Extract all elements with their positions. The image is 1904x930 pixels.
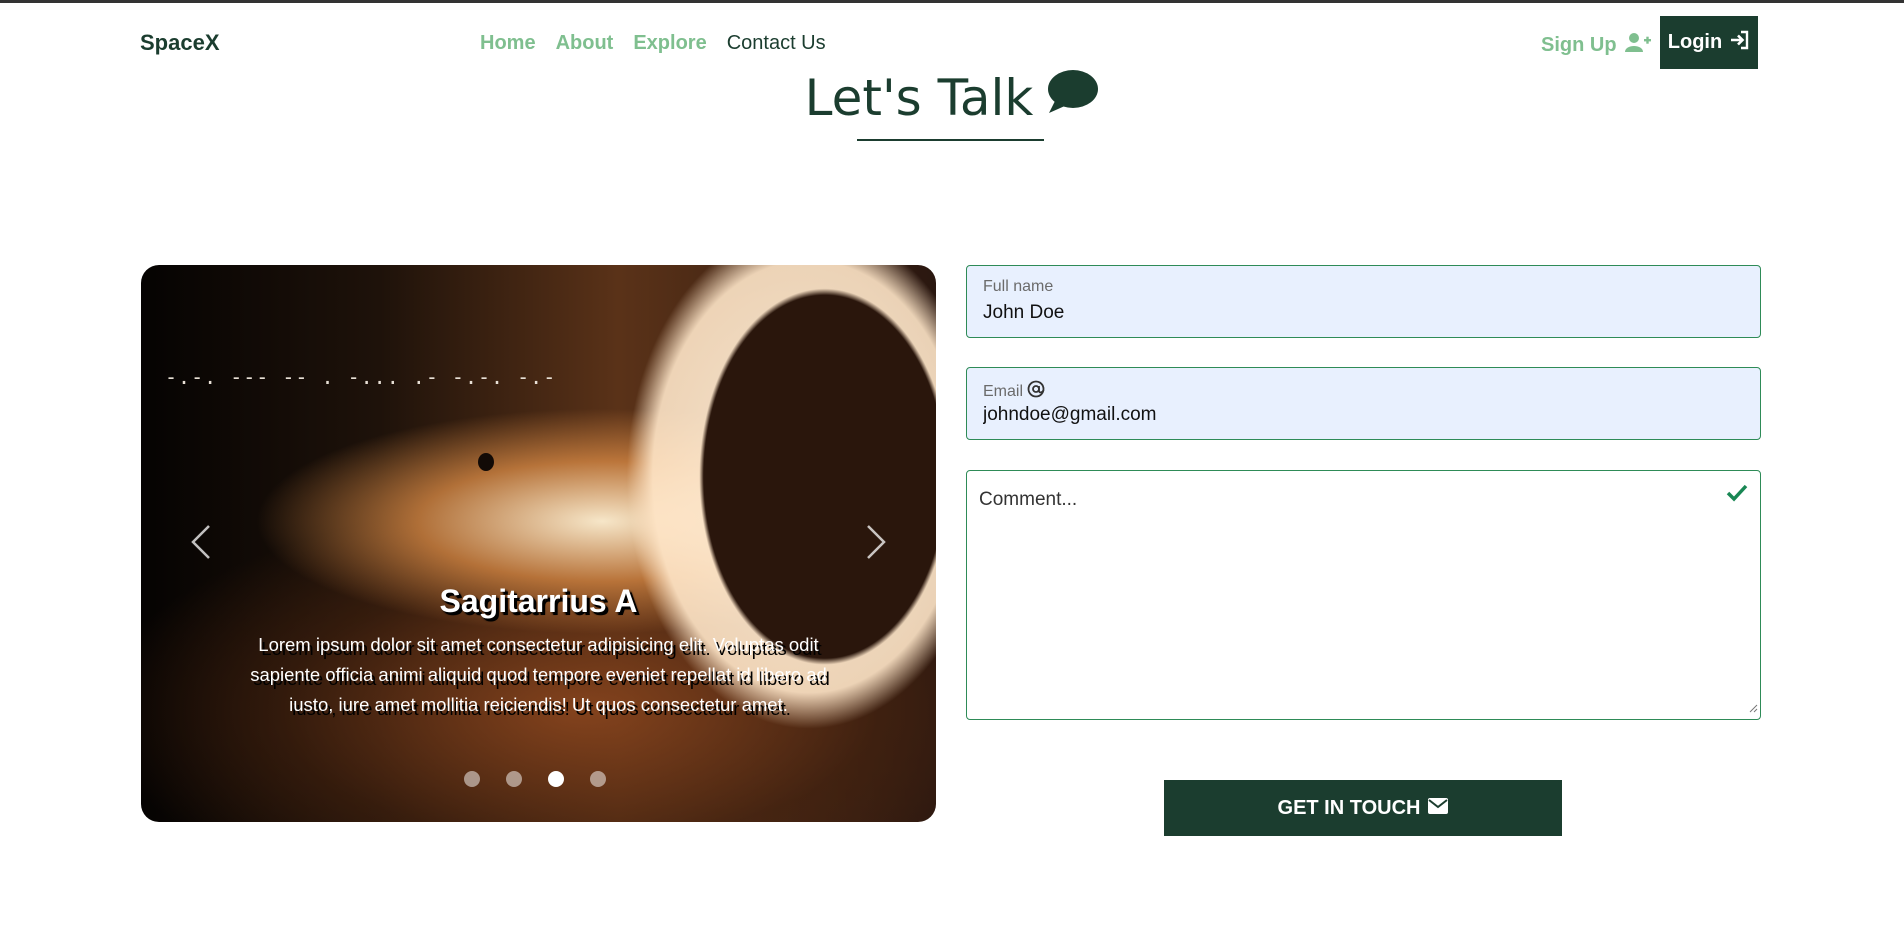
signup-label: Sign Up <box>1541 33 1617 56</box>
login-button[interactable]: Login <box>1660 16 1758 69</box>
carousel-next-button[interactable] <box>856 522 896 566</box>
get-in-touch-button[interactable]: GET IN TOUCH <box>1164 780 1562 836</box>
at-icon <box>1027 380 1045 403</box>
image-carousel: -.-. --- -- . -... .- -.-. -.- Sagitarri… <box>141 265 936 822</box>
heading-section: Let's Talk <box>0 69 1904 141</box>
comment-icon <box>1047 69 1099 127</box>
carousel-dot[interactable] <box>590 771 606 787</box>
comment-textarea[interactable]: Comment... <box>966 470 1761 720</box>
small-planet <box>478 453 494 471</box>
comment-placeholder: Comment... <box>979 489 1078 510</box>
slide-text: Lorem ipsum dolor sit amet consectetur a… <box>250 634 827 715</box>
submit-label: GET IN TOUCH <box>1277 796 1421 819</box>
nav-links: Home About Explore Contact Us <box>480 32 826 55</box>
email-label-row: Email <box>983 380 1045 403</box>
carousel-dot[interactable] <box>506 771 522 787</box>
carousel-dot-active[interactable] <box>548 771 564 787</box>
check-icon <box>1726 483 1748 507</box>
carousel-dot[interactable] <box>464 771 480 787</box>
login-label: Login <box>1667 31 1723 53</box>
brand-logo[interactable]: SpaceX <box>140 30 220 56</box>
sign-in-icon <box>1730 30 1750 56</box>
full-name-label: Full name <box>983 278 1054 295</box>
email-label: Email <box>983 382 1024 400</box>
navbar: SpaceX Home About Explore Contact Us Sig… <box>0 6 1904 78</box>
nav-link-contact[interactable]: Contact Us <box>727 32 826 55</box>
user-plus-icon <box>1624 32 1651 58</box>
nav-link-explore[interactable]: Explore <box>633 32 706 55</box>
email-input[interactable] <box>983 404 1743 426</box>
page-title-text: Let's Talk <box>804 69 1034 127</box>
chevron-left-icon <box>189 524 213 564</box>
slide-title: Sagitarrius A <box>439 583 638 619</box>
morse-text: -.-. --- -- . -... .- -.-. -.- <box>165 365 557 389</box>
envelope-icon <box>1428 797 1449 820</box>
email-field[interactable]: Email <box>966 367 1761 440</box>
nav-link-home[interactable]: Home <box>480 32 536 55</box>
resize-handle[interactable] <box>1748 698 1758 717</box>
slide-caption: Sagitarrius A Lorem ipsum dolor sit amet… <box>241 583 836 720</box>
chevron-right-icon <box>864 524 888 564</box>
full-name-input[interactable] <box>983 302 1743 324</box>
nav-link-about[interactable]: About <box>556 32 614 55</box>
full-name-field[interactable]: Full name <box>966 265 1761 338</box>
page-title: Let's Talk <box>805 69 1100 127</box>
signup-link[interactable]: Sign Up <box>1541 32 1651 58</box>
title-underline <box>857 139 1044 141</box>
carousel-indicators <box>464 771 606 787</box>
carousel-prev-button[interactable] <box>181 522 221 566</box>
